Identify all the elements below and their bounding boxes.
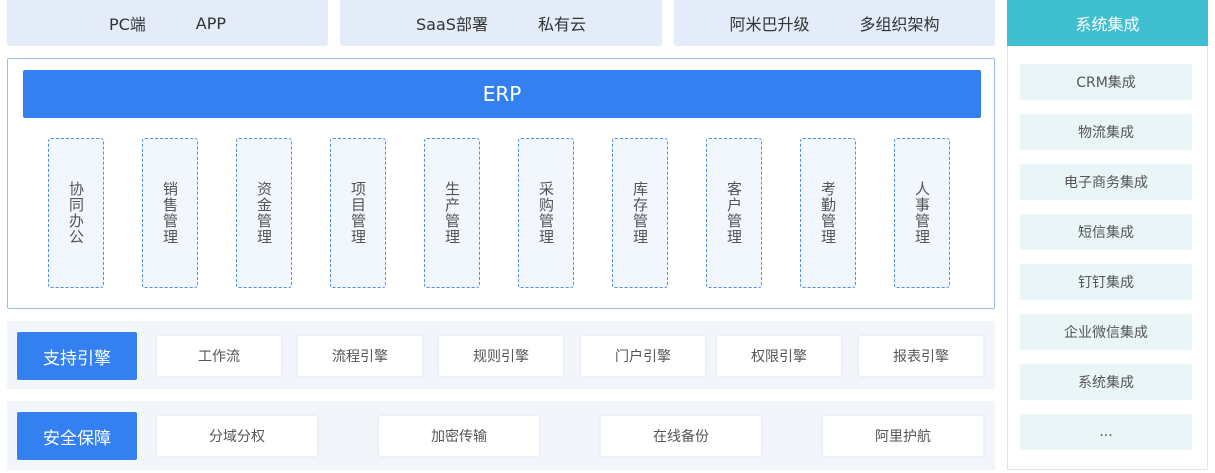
module-label: 资金管理 [255,181,273,245]
module-label: 考勤管理 [819,181,837,245]
top-label-saas: SaaS部署 [416,15,488,34]
module-purchase: 采购管理 [518,138,574,288]
security-row: 安全保障 分域分权 加密传输 在线备份 阿里护航 [7,401,995,470]
top-box-client: PC端 APP [7,0,328,46]
top-label-app: APP [195,13,227,33]
security-ali-escort: 阿里护航 [823,416,983,456]
module-label: 采购管理 [537,181,555,245]
integration-wechat-work: 企业微信集成 [1020,314,1192,350]
engine-process: 流程引擎 [298,336,422,376]
module-funds: 资金管理 [236,138,292,288]
engine-report: 报表引擎 [859,336,983,376]
module-label: 项目管理 [349,181,367,245]
integration-panel: 系统集成 CRM集成 物流集成 电子商务集成 短信集成 钉钉集成 企业微信集成 … [1007,0,1208,470]
security-domain-auth: 分域分权 [157,416,317,456]
module-sales: 销售管理 [142,138,198,288]
module-label: 协同办公 [67,181,85,245]
top-label-pc: PC端 [108,15,146,34]
erp-title: ERP [23,70,981,118]
engine-rules: 规则引擎 [439,336,563,376]
top-label-private-cloud: 私有云 [537,15,586,34]
module-label: 生产管理 [443,181,461,245]
integration-crm: CRM集成 [1020,64,1192,100]
security-online-backup: 在线备份 [601,416,761,456]
integration-logistics: 物流集成 [1020,114,1192,150]
module-production: 生产管理 [424,138,480,288]
module-attendance: 考勤管理 [800,138,856,288]
module-collab-office: 协同办公 [48,138,104,288]
integration-system: 系统集成 [1020,364,1192,400]
module-hr: 人事管理 [894,138,950,288]
module-inventory: 库存管理 [612,138,668,288]
module-label: 库存管理 [631,181,649,245]
module-project: 项目管理 [330,138,386,288]
top-box-org: 阿米巴升级 多组织架构 [674,0,995,46]
module-label: 客户管理 [725,181,743,245]
support-engine-title: 支持引擎 [17,332,137,380]
module-customer: 客户管理 [706,138,762,288]
top-label-amoeba: 阿米巴升级 [729,15,810,34]
integration-sms: 短信集成 [1020,214,1192,250]
module-label: 销售管理 [161,181,179,245]
engine-workflow: 工作流 [157,336,281,376]
module-label: 人事管理 [913,181,931,245]
engine-portal: 门户引擎 [581,336,705,376]
integration-dingtalk: 钉钉集成 [1020,264,1192,300]
top-box-deploy: SaaS部署 私有云 [340,0,662,46]
security-encrypted-transfer: 加密传输 [379,416,539,456]
integration-title: 系统集成 [1007,0,1208,46]
security-title: 安全保障 [17,412,137,460]
top-label-multi-org: 多组织架构 [859,15,940,34]
engine-permission: 权限引擎 [717,336,841,376]
support-engine-row: 支持引擎 工作流 流程引擎 规则引擎 门户引擎 权限引擎 报表引擎 [7,321,995,389]
erp-frame: ERP 协同办公 销售管理 资金管理 项目管理 生产管理 采购管理 库存管理 客… [7,58,995,309]
integration-more: ... [1020,414,1192,450]
integration-ecommerce: 电子商务集成 [1020,164,1192,200]
